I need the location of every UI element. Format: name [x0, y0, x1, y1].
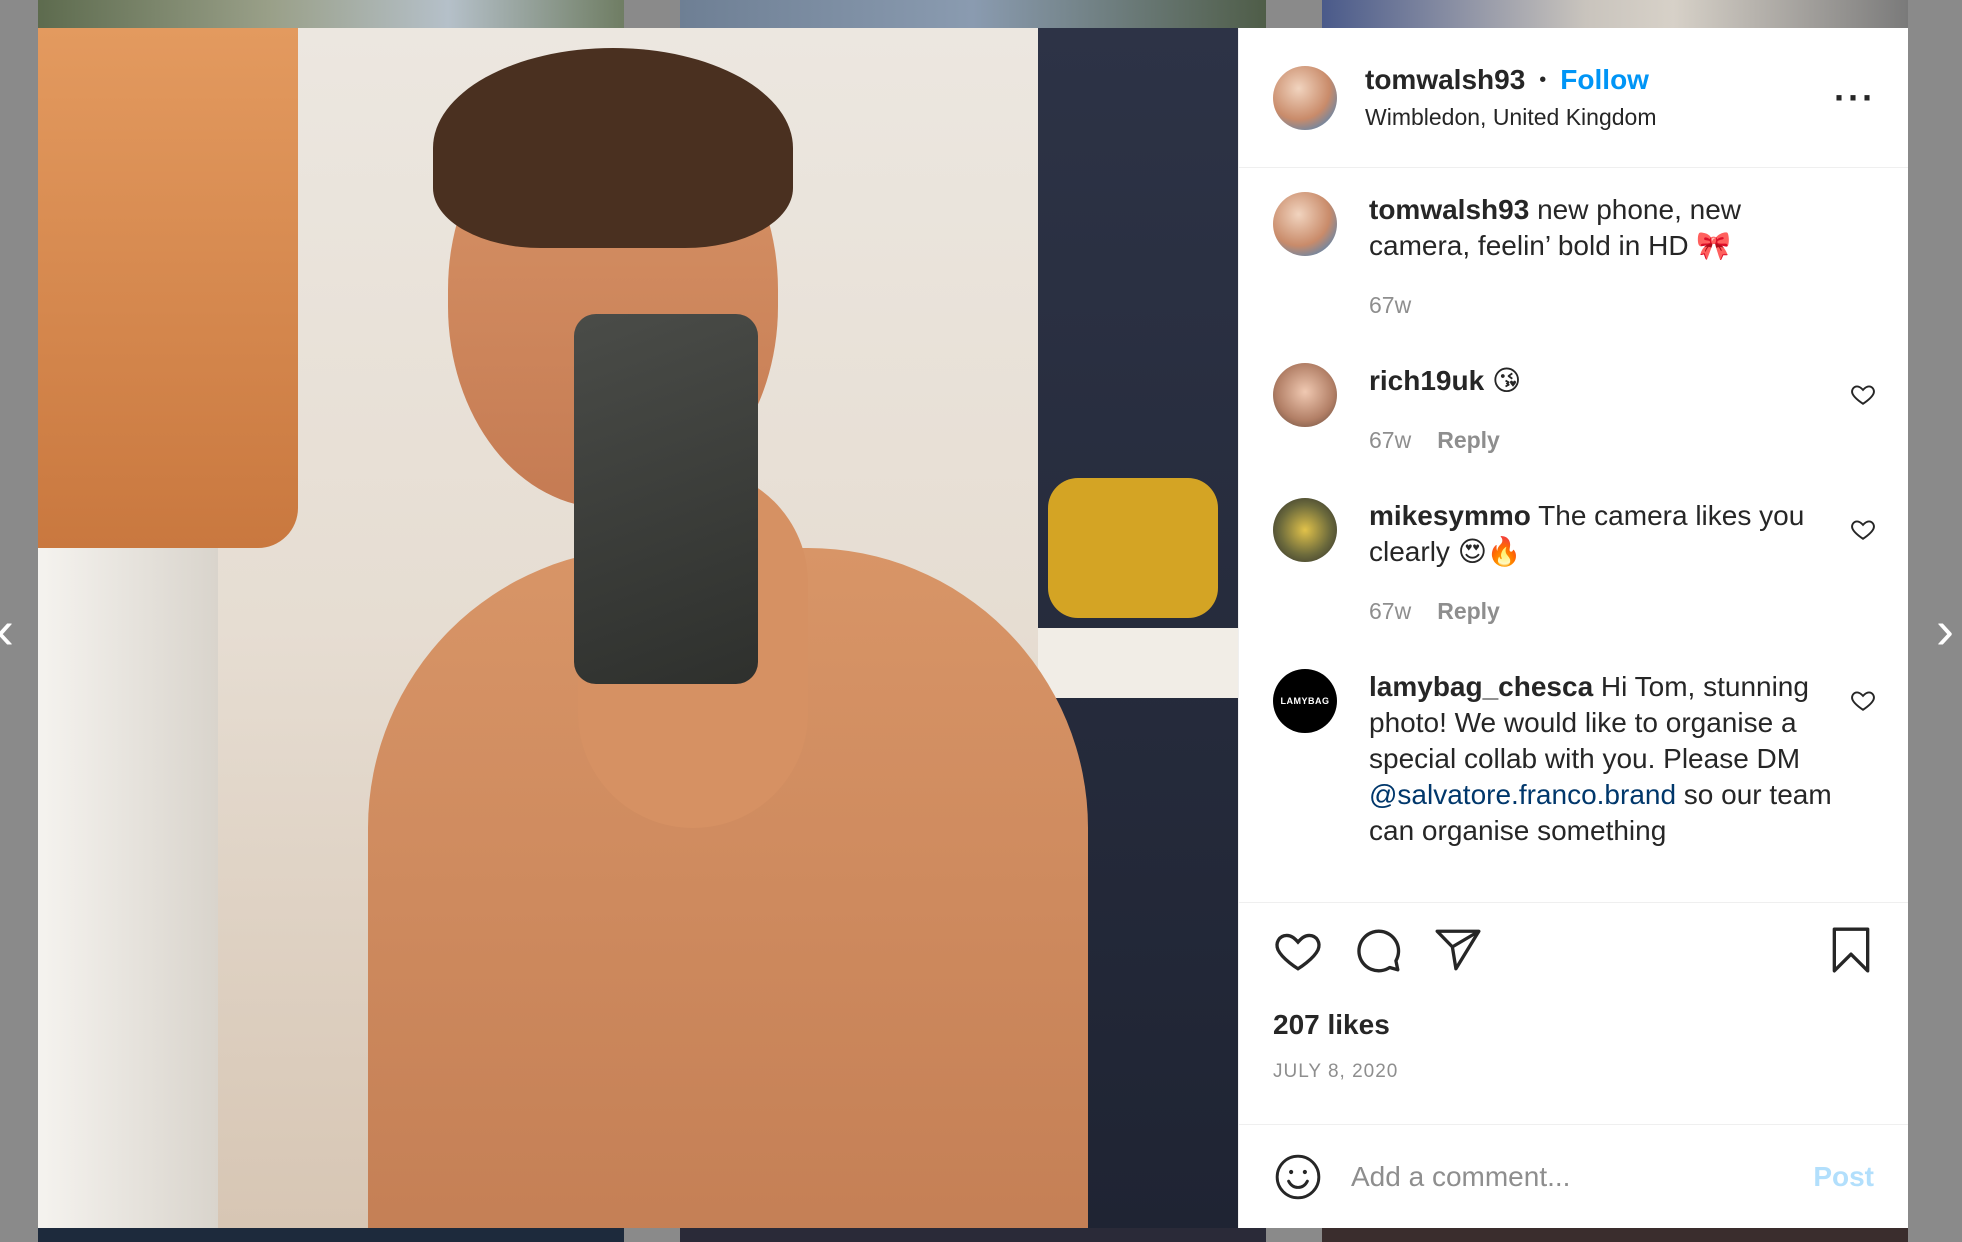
comment-content: 😘: [1491, 365, 1522, 396]
save-bookmark-icon[interactable]: [1826, 925, 1876, 975]
comment-item: mikesymmo The camera likes you clearly 😍…: [1273, 498, 1876, 625]
author-username[interactable]: tomwalsh93: [1365, 64, 1525, 96]
comment-meta: 67w Reply: [1369, 598, 1836, 625]
comment-username[interactable]: rich19uk: [1369, 365, 1484, 396]
location-link[interactable]: Wimbledon, United Kingdom: [1365, 104, 1834, 131]
comments-list[interactable]: tomwalsh93 new phone, new camera, feelin…: [1239, 168, 1908, 902]
like-heart-icon[interactable]: [1273, 925, 1323, 975]
add-comment-input[interactable]: [1351, 1160, 1814, 1193]
comment-text: mikesymmo The camera likes you clearly 😍…: [1369, 498, 1836, 570]
post-photo[interactable]: [38, 28, 1238, 1228]
separator-dot: •: [1539, 68, 1547, 91]
background-thumbnail[interactable]: [38, 1228, 624, 1242]
comment-meta: 67w Reply: [1369, 427, 1836, 454]
avatar[interactable]: LAMYBAG: [1273, 669, 1337, 733]
photo-detail: [1048, 478, 1218, 618]
comment-text: lamybag_chesca Hi Tom, stunning photo! W…: [1369, 669, 1836, 849]
photo-detail: [1038, 628, 1238, 698]
avatar-logo-text: LAMYBAG: [1280, 696, 1330, 706]
next-post-arrow-icon[interactable]: ›: [1930, 600, 1960, 660]
avatar[interactable]: [1273, 498, 1337, 562]
like-comment-heart-icon[interactable]: [1850, 687, 1876, 713]
post-modal: tomwalsh93 • Follow Wimbledon, United Ki…: [38, 28, 1908, 1228]
share-paper-plane-icon[interactable]: [1433, 925, 1483, 975]
caption: tomwalsh93 new phone, new camera, feelin…: [1273, 192, 1876, 319]
reply-button[interactable]: Reply: [1437, 427, 1500, 454]
like-comment-heart-icon[interactable]: [1850, 381, 1876, 407]
comment-body: lamybag_chesca Hi Tom, stunning photo! W…: [1369, 669, 1876, 849]
comment-body: rich19uk 😘 67w Reply: [1369, 363, 1876, 454]
reply-button[interactable]: Reply: [1437, 598, 1500, 625]
comment-username[interactable]: mikesymmo: [1369, 500, 1531, 531]
background-thumbnail[interactable]: [680, 0, 1266, 28]
caption-age[interactable]: 67w: [1369, 292, 1411, 319]
emoji-smiley-icon[interactable]: [1273, 1152, 1323, 1202]
avatar[interactable]: [1273, 65, 1337, 130]
action-bar: 207 likes JULY 8, 2020: [1239, 902, 1908, 1124]
previous-post-arrow-icon[interactable]: ‹: [0, 600, 20, 660]
comment-username[interactable]: lamybag_chesca: [1369, 671, 1593, 702]
photo-detail: [574, 314, 758, 684]
background-thumbnail[interactable]: [1322, 0, 1908, 28]
avatar[interactable]: [1273, 192, 1337, 256]
photo-detail: [433, 48, 793, 248]
comment-age[interactable]: 67w: [1369, 427, 1411, 454]
comment-bubble-icon[interactable]: [1353, 925, 1403, 975]
likes-count[interactable]: 207 likes: [1273, 1009, 1876, 1041]
caption-username[interactable]: tomwalsh93: [1369, 194, 1529, 225]
follow-button[interactable]: Follow: [1560, 64, 1649, 96]
comment-body: mikesymmo The camera likes you clearly 😍…: [1369, 498, 1876, 625]
post-date[interactable]: JULY 8, 2020: [1273, 1061, 1876, 1083]
comment-item: rich19uk 😘 67w Reply: [1273, 363, 1876, 454]
header-line: tomwalsh93 • Follow: [1365, 64, 1834, 96]
header-text: tomwalsh93 • Follow Wimbledon, United Ki…: [1365, 64, 1834, 131]
comment-text: rich19uk 😘: [1369, 363, 1836, 399]
caption-text: tomwalsh93 new phone, new camera, feelin…: [1369, 192, 1836, 264]
background-thumbnail[interactable]: [680, 1228, 1266, 1242]
photo-detail: [38, 548, 218, 1228]
post-side-panel: tomwalsh93 • Follow Wimbledon, United Ki…: [1238, 28, 1908, 1228]
post-comment-button[interactable]: Post: [1813, 1161, 1874, 1193]
mention-link[interactable]: @salvatore.franco.brand: [1369, 779, 1676, 810]
comment-item: LAMYBAG lamybag_chesca Hi Tom, stunning …: [1273, 669, 1876, 849]
caption-body: tomwalsh93 new phone, new camera, feelin…: [1369, 192, 1876, 319]
post-header: tomwalsh93 • Follow Wimbledon, United Ki…: [1239, 28, 1908, 168]
background-thumbnail[interactable]: [1322, 1228, 1908, 1242]
avatar[interactable]: [1273, 363, 1337, 427]
background-thumbnail[interactable]: [38, 0, 624, 28]
comment-age[interactable]: 67w: [1369, 598, 1411, 625]
more-options-icon[interactable]: ···: [1834, 79, 1876, 115]
add-comment-bar: Post: [1239, 1124, 1908, 1228]
caption-meta: 67w: [1369, 292, 1836, 319]
like-comment-heart-icon[interactable]: [1850, 516, 1876, 542]
photo-detail: [38, 28, 298, 548]
action-icons: [1273, 925, 1876, 975]
